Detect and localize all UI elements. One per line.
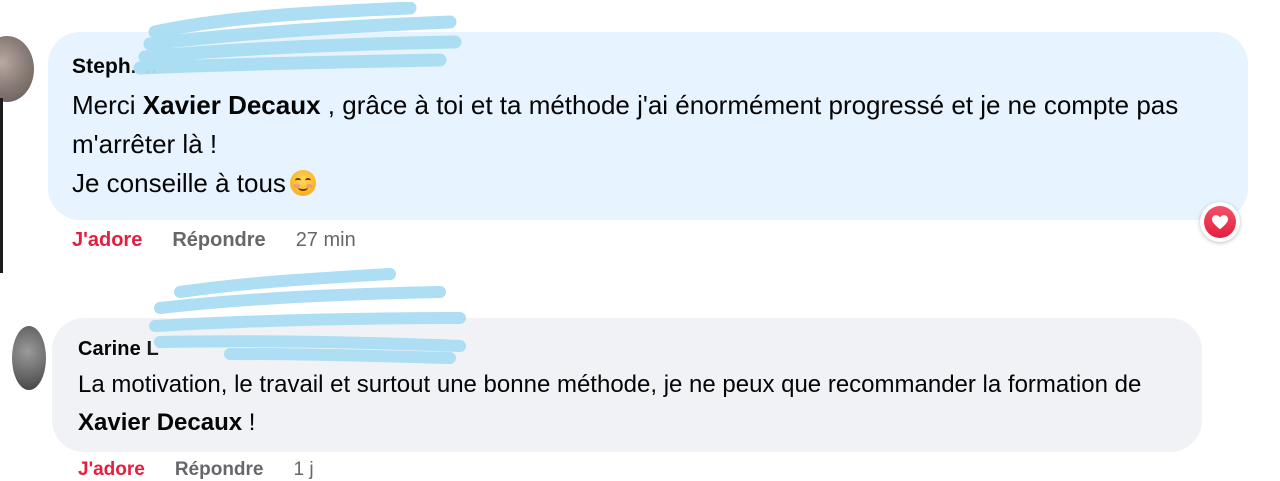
- comment-actions: J'adore Répondre 1 j: [78, 459, 314, 481]
- mention-link[interactable]: Xavier Decaux: [78, 409, 242, 436]
- comment-text: Merci Xavier Decaux , grâce à toi et ta …: [72, 90, 1179, 198]
- mention-link[interactable]: Xavier Decaux: [143, 90, 321, 120]
- reply-button[interactable]: Répondre: [172, 229, 265, 251]
- comment-author[interactable]: Steph. ..: [72, 55, 159, 79]
- comment-author[interactable]: Carine L: [78, 338, 159, 361]
- timestamp[interactable]: 27 min: [296, 229, 356, 251]
- love-reaction-icon[interactable]: [1200, 202, 1240, 242]
- timestamp[interactable]: 1 j: [294, 459, 314, 480]
- reply-button[interactable]: Répondre: [175, 459, 264, 480]
- like-button[interactable]: J'adore: [78, 459, 145, 480]
- like-button[interactable]: J'adore: [72, 229, 142, 251]
- avatar[interactable]: [0, 36, 34, 102]
- comment-text: La motivation, le travail et surtout une…: [78, 371, 1142, 436]
- avatar[interactable]: [12, 326, 46, 390]
- comment-actions: J'adore Répondre 27 min: [72, 229, 356, 252]
- heart-icon: [1212, 215, 1228, 230]
- thread-line: [0, 98, 3, 273]
- smiling-face-icon: [289, 170, 316, 196]
